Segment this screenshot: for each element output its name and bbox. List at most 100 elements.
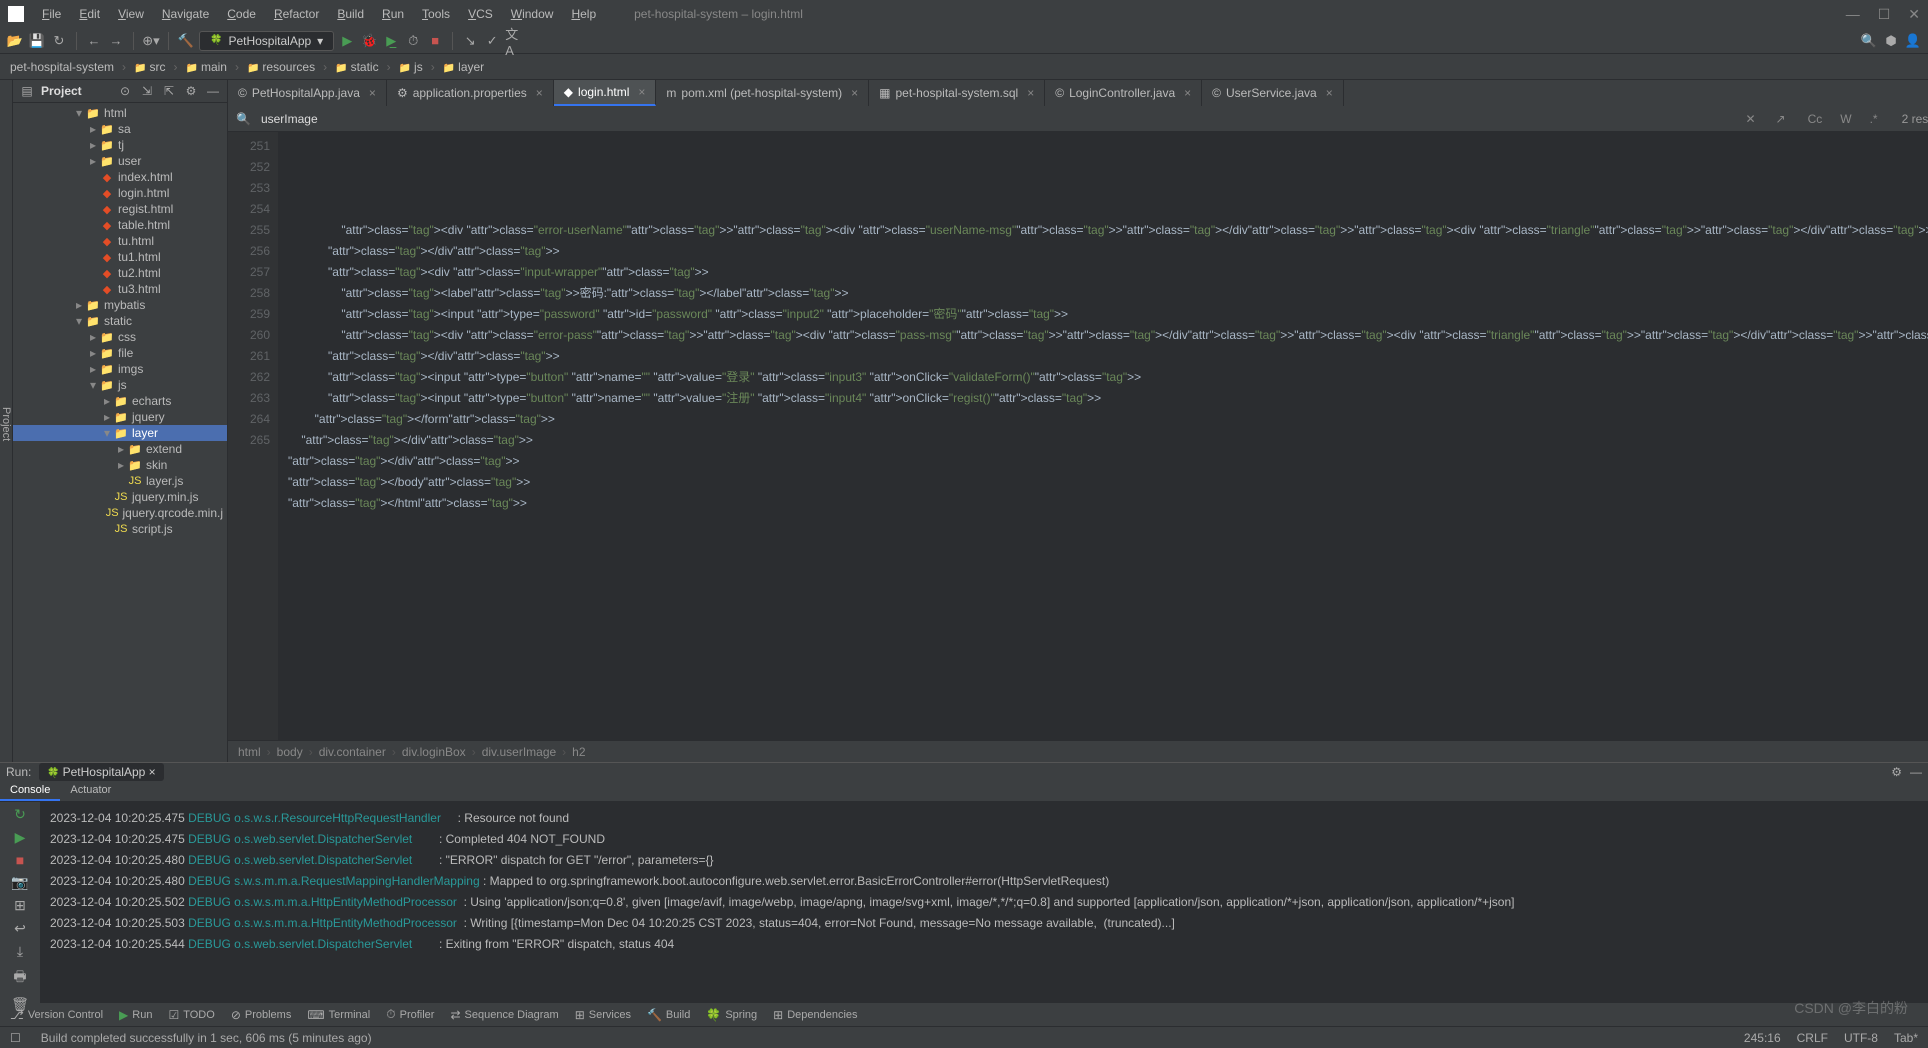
code-content[interactable]: ▲15 ✔10 ⌃ ⋮ IJ 🌐 🦊 🌊 "attr">class="tag">… <box>278 132 1928 740</box>
print-icon[interactable]: 🖶 <box>13 966 26 990</box>
tree-item-html[interactable]: ▾📁html <box>13 105 227 121</box>
tree-item-layer[interactable]: ▾📁layer <box>13 425 227 441</box>
editor-tab-login.html[interactable]: ◆login.html× <box>554 80 657 106</box>
build-icon[interactable]: 🔨 <box>177 32 195 50</box>
locate-icon[interactable]: ⊙ <box>117 84 133 98</box>
tree-item-jquery.min.js[interactable]: JSjquery.min.js <box>13 489 227 505</box>
editor-breadcrumb-item[interactable]: html <box>238 745 261 759</box>
tree-item-css[interactable]: ▸📁css <box>13 329 227 345</box>
editor-tab-LoginController.java[interactable]: ©LoginController.java× <box>1045 80 1202 106</box>
menu-navigate[interactable]: Navigate <box>154 3 217 25</box>
project-tool-button[interactable]: Project <box>0 407 12 441</box>
breadcrumb-item[interactable]: pet-hospital-system <box>10 60 114 74</box>
tree-item-regist.html[interactable]: ◆regist.html <box>13 201 227 217</box>
tree-item-layer.js[interactable]: JSlayer.js <box>13 473 227 489</box>
editor-breadcrumb-item[interactable]: body <box>277 745 303 759</box>
menu-build[interactable]: Build <box>329 3 372 25</box>
indent-info[interactable]: Tab* <box>1894 1031 1918 1045</box>
tree-item-tj[interactable]: ▸📁tj <box>13 137 227 153</box>
run-tab-console[interactable]: Console <box>0 781 60 801</box>
tree-item-jquery.qrcode.min.j[interactable]: JSjquery.qrcode.min.j <box>13 505 227 521</box>
tree-item-script.js[interactable]: JSscript.js <box>13 521 227 537</box>
breadcrumb-item[interactable]: src <box>134 60 165 74</box>
tool-version-control[interactable]: ⎇ Version Control <box>10 1008 103 1022</box>
editor-breadcrumb-item[interactable]: div.loginBox <box>402 745 466 759</box>
translate-icon[interactable]: 文A <box>505 32 523 50</box>
editor-tab-pet-hospital-system.sql[interactable]: ▦pet-hospital-system.sql× <box>869 80 1045 106</box>
tool-run[interactable]: ▶ Run <box>119 1008 152 1022</box>
editor-tab-application.properties[interactable]: ⚙application.properties× <box>387 80 554 106</box>
menu-file[interactable]: File <box>34 3 69 25</box>
maximize-icon[interactable]: ☐ <box>1878 6 1891 23</box>
code-editor[interactable]: 2512522532542552562572582592602612622632… <box>228 132 1928 740</box>
close-tab-icon[interactable]: × <box>1027 86 1034 100</box>
tool-dependencies[interactable]: ⊞ Dependencies <box>773 1008 857 1022</box>
tree-item-table.html[interactable]: ◆table.html <box>13 217 227 233</box>
close-tab-icon[interactable]: × <box>1326 86 1333 100</box>
save-icon[interactable]: 💾 <box>28 32 46 50</box>
collapse-icon[interactable]: ⇱ <box>161 84 177 98</box>
console-output[interactable]: 2023-12-04 10:20:25.475 DEBUG o.s.w.s.r.… <box>40 802 1928 1017</box>
ide-settings-icon[interactable]: ⬢ <box>1882 32 1900 50</box>
project-view-icon[interactable]: ▤ <box>19 84 35 98</box>
dump-threads-icon[interactable]: 📷 <box>11 874 28 891</box>
menu-tools[interactable]: Tools <box>414 3 458 25</box>
editor-tab-UserService.java[interactable]: ©UserService.java× <box>1202 80 1344 106</box>
tree-item-login.html[interactable]: ◆login.html <box>13 185 227 201</box>
run-play-icon[interactable]: ▶ <box>15 829 26 846</box>
close-tab-icon[interactable]: × <box>369 86 376 100</box>
menu-window[interactable]: Window <box>503 3 562 25</box>
git-update-icon[interactable]: ↘ <box>461 32 479 50</box>
forward-icon[interactable]: → <box>107 32 125 50</box>
editor-breadcrumb-item[interactable]: div.userImage <box>482 745 556 759</box>
tree-item-user[interactable]: ▸📁user <box>13 153 227 169</box>
tool-problems[interactable]: ⊘ Problems <box>231 1008 292 1022</box>
soft-wrap-icon[interactable]: ↩ <box>14 920 26 937</box>
run-hide-icon[interactable]: — <box>1910 765 1922 779</box>
breadcrumb-item[interactable]: layer <box>443 60 484 74</box>
editor-breadcrumb-item[interactable]: div.container <box>319 745 386 759</box>
add-config-icon[interactable]: ⊕▾ <box>142 32 160 50</box>
tool-sequence-diagram[interactable]: ⇄ Sequence Diagram <box>450 1008 558 1022</box>
tree-item-index.html[interactable]: ◆index.html <box>13 169 227 185</box>
run-settings-icon[interactable]: ⚙ <box>1891 765 1902 779</box>
back-icon[interactable]: ← <box>85 32 103 50</box>
close-tab-icon[interactable]: × <box>1184 86 1191 100</box>
tree-item-imgs[interactable]: ▸📁imgs <box>13 361 227 377</box>
stop-icon[interactable]: ■ <box>426 32 444 50</box>
close-tab-icon[interactable]: × <box>638 85 645 99</box>
rerun-icon[interactable]: ↻ <box>14 806 26 823</box>
close-icon[interactable]: ✕ <box>1908 6 1920 23</box>
menu-help[interactable]: Help <box>563 3 604 25</box>
tree-item-tu3.html[interactable]: ◆tu3.html <box>13 281 227 297</box>
match-case-icon[interactable]: Cc <box>1808 112 1823 126</box>
menu-vcs[interactable]: VCS <box>460 3 501 25</box>
find-pin-icon[interactable]: ↗ <box>1776 112 1786 126</box>
tool-todo[interactable]: ☑ TODO <box>168 1008 214 1022</box>
editor-tab-pom.xml (pet-hospital-system)[interactable]: mpom.xml (pet-hospital-system)× <box>656 80 869 106</box>
project-tree[interactable]: ▾📁html▸📁sa▸📁tj▸📁user◆index.html◆login.ht… <box>13 103 227 762</box>
find-close-icon[interactable]: ✕ <box>1745 112 1755 126</box>
tree-item-jquery[interactable]: ▸📁jquery <box>13 409 227 425</box>
status-indicator-icon[interactable]: ☐ <box>10 1031 21 1045</box>
close-tab-icon[interactable]: × <box>536 86 543 100</box>
avatar-icon[interactable]: 👤 <box>1904 32 1922 50</box>
profile-icon[interactable]: ⏱ <box>404 32 422 50</box>
tool-terminal[interactable]: ⌨ Terminal <box>307 1008 370 1022</box>
tree-item-echarts[interactable]: ▸📁echarts <box>13 393 227 409</box>
line-separator[interactable]: CRLF <box>1797 1031 1828 1045</box>
menu-run[interactable]: Run <box>374 3 412 25</box>
run-tab-actuator[interactable]: Actuator <box>60 781 121 801</box>
whole-word-icon[interactable]: W <box>1840 112 1851 126</box>
tool-profiler[interactable]: ⏱ Profiler <box>386 1007 434 1022</box>
breadcrumb-item[interactable]: main <box>186 60 227 74</box>
breadcrumb-item[interactable]: static <box>335 60 378 74</box>
tree-item-static[interactable]: ▾📁static <box>13 313 227 329</box>
tree-item-tu1.html[interactable]: ◆tu1.html <box>13 249 227 265</box>
search-everywhere-icon[interactable]: 🔍 <box>1860 32 1878 50</box>
run-configuration-selector[interactable]: PetHospitalApp ▾ <box>199 31 334 51</box>
tree-item-sa[interactable]: ▸📁sa <box>13 121 227 137</box>
debug-icon[interactable]: 🐞 <box>360 32 378 50</box>
minimize-icon[interactable]: — <box>1846 6 1860 23</box>
scroll-to-end-icon[interactable]: ⤓ <box>17 943 23 960</box>
